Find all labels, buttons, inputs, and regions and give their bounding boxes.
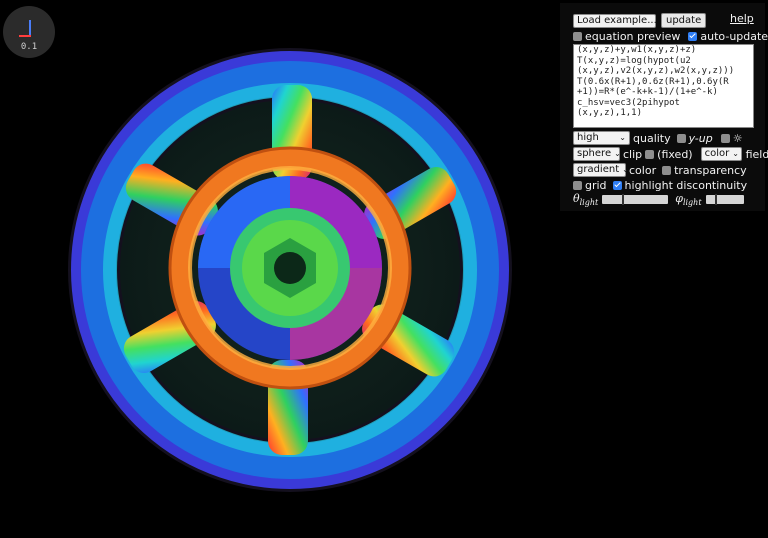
highlight-discontinuity-checkbox[interactable]: [612, 181, 622, 190]
highlight-discontinuity-label: highlight discontinuity: [624, 179, 748, 192]
surface-render: [68, 48, 512, 492]
field-select-value: color: [704, 148, 730, 159]
color-row: gradient ⌄ color transparency: [573, 163, 747, 177]
axes-widget[interactable]: 0.1: [3, 6, 55, 58]
slider-thumb[interactable]: [715, 194, 718, 206]
chevron-down-icon: ⌄: [732, 149, 739, 158]
x-axis-icon: [19, 35, 31, 37]
grid-row: grid highlight discontinuity: [573, 179, 747, 192]
auto-update-checkbox[interactable]: [688, 32, 698, 41]
quality-select-value: high: [577, 132, 599, 143]
editor-line: T(x,y,z)=log(hypot(u2: [577, 55, 691, 66]
clip-select-value: sphere: [577, 148, 612, 159]
phi-sub: light: [682, 198, 702, 208]
equation-preview-label: equation preview: [585, 30, 681, 43]
auto-update-label: auto-update: [700, 30, 768, 43]
example-select-value: Load example...: [577, 14, 657, 26]
grid-checkbox[interactable]: [573, 181, 582, 190]
control-panel: Load example... ⌄ update help equation p…: [560, 3, 768, 211]
quality-row: high ⌄ quality y-up ☼: [573, 131, 743, 145]
chevron-down-icon: ⌄: [614, 149, 621, 158]
sun-icon: ☼: [732, 131, 743, 145]
equation-preview-checkbox[interactable]: [573, 32, 582, 41]
theta-light-label: θlight: [573, 192, 598, 207]
y-up-checkbox[interactable]: [676, 133, 686, 143]
theta-symbol: θ: [573, 192, 580, 205]
toolbar-row: Load example... ⌄ update: [573, 13, 707, 28]
update-button[interactable]: update: [661, 13, 707, 28]
editor-line: (x,y,z)+y,w1(x,y,z)+z): [577, 45, 697, 55]
equation-editor[interactable]: (x,y,z)+y,w1(x,y,z)+z) T(x,y,z)=log(hypo…: [573, 44, 754, 128]
editor-line: +1))=R*(e^-k+k-1)/(1+e^-k): [577, 87, 718, 97]
scale-label: 0.1: [20, 42, 38, 52]
chevron-down-icon: ⌄: [622, 165, 629, 174]
clip-select[interactable]: sphere ⌄: [573, 147, 621, 161]
quality-select[interactable]: high ⌄: [573, 131, 630, 145]
field-label: field: [745, 147, 768, 161]
field-select[interactable]: color ⌄: [700, 147, 742, 161]
color-select-value: gradient: [577, 164, 620, 175]
phi-light-slider[interactable]: [705, 194, 744, 206]
slider-thumb[interactable]: [622, 194, 625, 206]
theta-light-slider[interactable]: [602, 194, 669, 206]
clip-row: sphere ⌄ clip (fixed) color ⌄ field: [573, 147, 768, 161]
fixed-checkbox[interactable]: [645, 149, 655, 159]
light-slider-row: θlight φlight: [573, 192, 744, 207]
editor-line: T(0.6x(R+1),0.6z(R+1),0.6y(R: [577, 76, 729, 87]
help-link[interactable]: help: [730, 12, 754, 25]
editor-line: (x,y,z),1,1): [577, 108, 643, 118]
quality-label: quality: [633, 131, 671, 145]
chevron-down-icon: ⌄: [619, 133, 626, 142]
color-label: color: [629, 163, 657, 177]
fixed-label: (fixed): [657, 147, 693, 161]
phi-light-label: φlight: [675, 192, 701, 207]
light-checkbox[interactable]: [720, 133, 730, 143]
theta-sub: light: [579, 198, 599, 208]
example-select[interactable]: Load example... ⌄: [573, 13, 666, 28]
grid-label: grid: [585, 179, 607, 192]
y-axis-icon: [29, 20, 31, 36]
editor-line: (x,y,z),v2(x,y,z),w2(x,y,z))): [577, 66, 735, 76]
phi-symbol: φ: [675, 192, 683, 205]
editor-line: c_hsv=vec3(2pihypot: [577, 97, 680, 108]
y-up-label: y-up: [688, 131, 713, 145]
clip-label: clip: [623, 147, 643, 161]
transparency-label: transparency: [674, 163, 747, 177]
options-row: equation preview auto-update: [573, 30, 768, 43]
transparency-checkbox[interactable]: [662, 165, 672, 175]
color-select[interactable]: gradient ⌄: [573, 163, 629, 177]
